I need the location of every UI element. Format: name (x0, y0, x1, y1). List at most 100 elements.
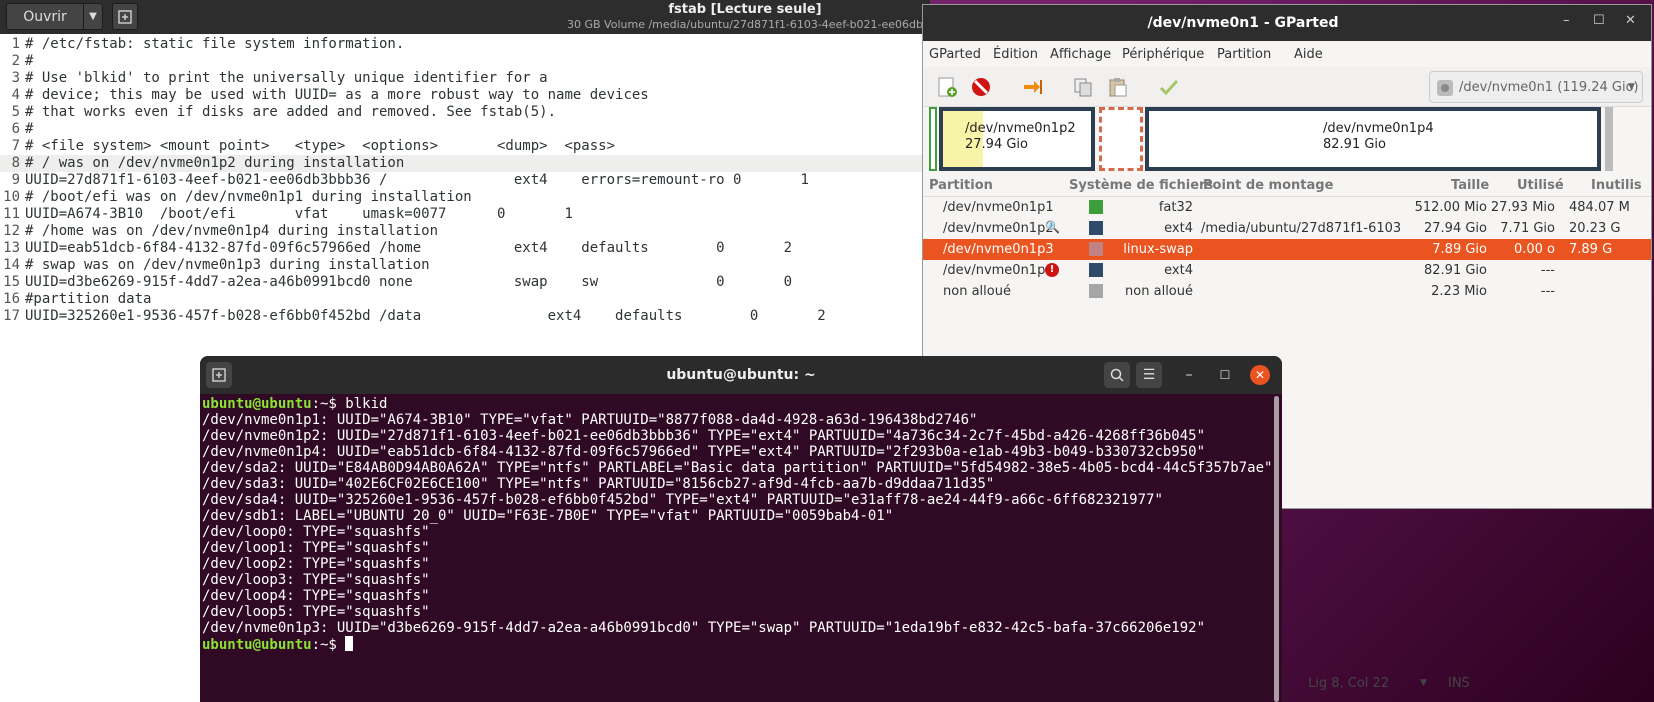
table-row[interactable]: /dev/nvme0n1p2 🔍 ext4/media/ubuntu/27d871f… (923, 218, 1651, 239)
col-filesystem[interactable]: Système de fichiers (1069, 178, 1213, 193)
editor-line[interactable]: 6 # (0, 121, 930, 138)
table-row[interactable]: /dev/nvme0n1p4! ext4 82.91 Gio --- (923, 260, 1651, 281)
terminal-prompt-line: ubuntu@ubuntu:~$ (202, 636, 1272, 653)
col-partition[interactable]: Partition (929, 178, 993, 193)
close-button[interactable]: ✕ (1250, 365, 1270, 385)
minimize-icon: – (1185, 367, 1193, 383)
line-text: # (25, 121, 34, 137)
editor-line[interactable]: 3 # Use 'blkid' to print the universally … (0, 70, 930, 87)
minimize-button[interactable]: – (1563, 13, 1570, 28)
close-button[interactable]: ✕ (1625, 13, 1636, 28)
editor-line[interactable]: 1 # /etc/fstab: static file system inform… (0, 36, 930, 53)
chevron-down-icon[interactable]: ▼ (1420, 678, 1427, 688)
line-number: 9 (11, 172, 20, 188)
cell-size: 27.94 Gio (1424, 221, 1487, 236)
cell-partition: /dev/nvme0n1p3 (943, 242, 1054, 257)
apply-button[interactable] (1155, 73, 1183, 101)
gparted-menubar: GParted Édition Affichage Périphérique P… (923, 41, 1651, 67)
table-row[interactable]: /dev/nvme0n1p3 linux-swap 7.89 Gio 0.00 o 7.… (923, 239, 1651, 260)
text-editor[interactable]: 1 # /etc/fstab: static file system inform… (0, 36, 930, 325)
col-used[interactable]: Utilisé (1517, 178, 1564, 193)
map-partition-p1[interactable] (929, 107, 937, 171)
menu-peripherique[interactable]: Périphérique (1122, 47, 1204, 62)
col-mountpoint[interactable]: Point de montage (1203, 178, 1333, 193)
copy-icon (1074, 78, 1092, 97)
map-partition-p4[interactable]: /dev/nvme0n1p4 82.91 Gio (1145, 107, 1601, 171)
cell-mountpoint: /media/ubuntu/27d871f1-6103-4... (1201, 221, 1401, 236)
line-text: # /home was on /dev/nvme0n1p4 during ins… (25, 223, 439, 239)
prompt-tail: :~$ (311, 396, 346, 412)
copy-button[interactable] (1069, 73, 1097, 101)
disk-icon (1437, 80, 1453, 96)
device-selector[interactable]: /dev/nvme0n1 (119.24 Gio) ▼ (1429, 71, 1643, 103)
open-menu-arrow-button[interactable]: ▼ (83, 3, 103, 30)
editor-line[interactable]: 2 # (0, 53, 930, 70)
gparted-titlebar: /dev/nvme0n1 - GParted – ☐ ✕ (923, 5, 1651, 41)
table-row[interactable]: non alloué non alloué 2.23 Mio --- (923, 281, 1651, 302)
resize-move-button[interactable] (1019, 73, 1047, 101)
editor-line[interactable]: 9 UUID=27d871f1-6103-4eef-b021-ee06db3bbb… (0, 172, 930, 189)
menu-button[interactable]: ☰ (1136, 362, 1162, 388)
editor-line[interactable]: 8 # / was on /dev/nvme0n1p2 during instal… (0, 155, 930, 172)
cell-size: 512.00 Mio (1414, 200, 1487, 215)
editor-line[interactable]: 17 UUID=325260e1-9536-457f-b028-ef6bb0f45… (0, 308, 930, 325)
terminal-output-line: /dev/sda3: UUID="402E6CF02E6CE100" TYPE=… (202, 476, 995, 492)
line-number: 7 (11, 138, 20, 154)
line-number: 1 (11, 36, 20, 52)
filesystem-color-swatch (1089, 263, 1103, 277)
menu-gparted[interactable]: GParted (929, 47, 981, 62)
delete-partition-button[interactable] (967, 73, 995, 101)
editor-line[interactable]: 7 # <file system> <mount point> <type> <o… (0, 138, 930, 155)
line-text: UUID=325260e1-9536-457f-b028-ef6bb0f452b… (25, 308, 826, 324)
map-partition-p2[interactable]: /dev/nvme0n1p2 27.94 Gio (939, 107, 1095, 171)
prompt-tail: :~$ (311, 637, 346, 653)
line-text: # swap was on /dev/nvme0n1p3 during inst… (25, 257, 430, 273)
map-p2-name: /dev/nvme0n1p2 (965, 121, 1076, 136)
editor-line[interactable]: 12 # /home was on /dev/nvme0n1p4 during i… (0, 223, 930, 240)
terminal-scrollbar[interactable] (1274, 396, 1279, 702)
line-number: 8 (11, 155, 20, 171)
editor-line[interactable]: 5 # that works even if disks are added an… (0, 104, 930, 121)
editor-line[interactable]: 13 UUID=eab51dcb-6f84-4132-87fd-09f6c5796… (0, 240, 930, 257)
maximize-icon: ☐ (1219, 368, 1231, 382)
new-partition-button[interactable] (933, 73, 961, 101)
cell-used: 7.71 Gio (1500, 221, 1555, 236)
menu-affichage[interactable]: Affichage (1050, 47, 1111, 62)
line-text: UUID=A674-3B10 /boot/efi vfat umask=0077… (25, 206, 573, 222)
gedit-statusbar: Lig 8, Col 22 ▼ INS (1280, 672, 1490, 698)
table-row[interactable]: /dev/nvme0n1p1 fat32 512.00 Mio 27.93 Mio 48… (923, 197, 1651, 218)
hamburger-icon: ☰ (1142, 367, 1156, 383)
gedit-subtitle: 30 GB Volume /media/ubuntu/27d871f1-6103… (566, 18, 924, 31)
terminal-output[interactable]: ubuntu@ubuntu:~$ blkid /dev/nvme0n1p1: U… (202, 396, 1272, 653)
prompt-user: ubuntu@ubuntu (202, 637, 312, 653)
checkmark-icon (1159, 79, 1179, 96)
col-size[interactable]: Taille (1451, 178, 1489, 193)
paste-button[interactable] (1103, 73, 1131, 101)
search-button[interactable] (1104, 362, 1130, 388)
partition-table[interactable]: Partition Système de fichiers Point de m… (923, 175, 1651, 302)
menu-aide[interactable]: Aide (1294, 47, 1323, 62)
map-partition-p3[interactable] (1099, 107, 1143, 171)
map-p2-size: 27.94 Gio (965, 137, 1028, 152)
map-p4-name: /dev/nvme0n1p4 (1323, 121, 1434, 136)
line-text: # Use 'blkid' to print the universally u… (25, 70, 548, 86)
editor-line[interactable]: 15 UUID=d3be6269-915f-4dd7-a2ea-a46b0991b… (0, 274, 930, 291)
cursor-position[interactable]: Lig 8, Col 22 (1308, 676, 1389, 691)
menu-partition[interactable]: Partition (1217, 47, 1271, 62)
terminal-window[interactable]: ubuntu@ubuntu: ~ ☰ – ☐ ✕ ubuntu@ubuntu:~… (200, 356, 1282, 702)
editor-line[interactable]: 11 UUID=A674-3B10 /boot/efi vfat umask=00… (0, 206, 930, 223)
maximize-button[interactable]: ☐ (1212, 362, 1238, 388)
maximize-button[interactable]: ☐ (1593, 13, 1605, 28)
editor-line[interactable]: 10 # /boot/efi was on /dev/nvme0n1p1 duri… (0, 189, 930, 206)
open-button[interactable]: Ouvrir (6, 3, 84, 30)
menu-edition[interactable]: Édition (993, 47, 1038, 62)
map-unallocated[interactable] (1605, 107, 1613, 171)
editor-line[interactable]: 4 # device; this may be used with UUID= a… (0, 87, 930, 104)
col-unused[interactable]: Inutilis (1591, 178, 1642, 193)
line-number: 5 (11, 104, 20, 120)
editor-line[interactable]: 14 # swap was on /dev/nvme0n1p3 during in… (0, 257, 930, 274)
terminal-output-line: /dev/loop2: TYPE="squashfs" (202, 556, 430, 572)
minimize-button[interactable]: – (1176, 362, 1202, 388)
editor-line[interactable]: 16 #partition data (0, 291, 930, 308)
new-tab-button[interactable] (112, 3, 138, 30)
